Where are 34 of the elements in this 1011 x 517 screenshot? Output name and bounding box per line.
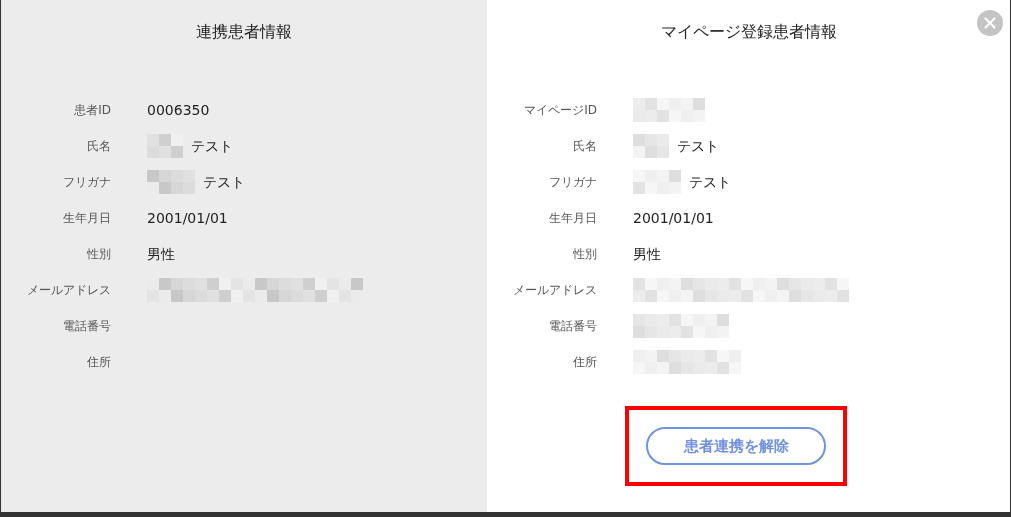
redacted-mosaic <box>633 134 669 158</box>
field-value: テスト <box>689 172 731 192</box>
field-value: テスト <box>203 172 245 192</box>
close-icon[interactable] <box>977 10 1003 36</box>
field-label: 生年月日 <box>63 210 111 227</box>
field-label: フリガナ <box>63 174 111 191</box>
panel-title: 連携患者情報 <box>196 21 292 43</box>
field-label: 性別 <box>573 246 597 263</box>
field-label: メールアドレス <box>27 282 111 299</box>
field-value: テスト <box>191 136 233 156</box>
field-value: テスト <box>677 136 719 156</box>
field-value: 0006350 <box>147 100 210 120</box>
panel-title: マイページ登録患者情報 <box>660 21 837 43</box>
field-label: 住所 <box>87 354 111 371</box>
field-value: 2001/01/01 <box>633 208 714 228</box>
field-label: 氏名 <box>87 138 111 155</box>
field-label: マイページID <box>524 102 597 119</box>
field-label: 性別 <box>87 246 111 263</box>
redacted-mosaic <box>147 134 183 158</box>
field-label: 電話番号 <box>549 318 597 335</box>
field-value: 2001/01/01 <box>147 208 228 228</box>
field-label: 患者ID <box>74 102 111 119</box>
unlink-patient-button[interactable]: 患者連携を解除 <box>646 427 826 465</box>
field-value: 男性 <box>633 244 661 264</box>
field-label: 電話番号 <box>63 318 111 335</box>
redacted-mosaic <box>147 170 195 194</box>
field-label: メールアドレス <box>513 282 597 299</box>
field-label: 住所 <box>573 354 597 371</box>
field-label: フリガナ <box>549 174 597 191</box>
field-value: 男性 <box>147 244 175 264</box>
field-label: 生年月日 <box>549 210 597 227</box>
redacted-mosaic <box>633 98 705 122</box>
redacted-mosaic <box>633 170 681 194</box>
field-label: 氏名 <box>573 138 597 155</box>
